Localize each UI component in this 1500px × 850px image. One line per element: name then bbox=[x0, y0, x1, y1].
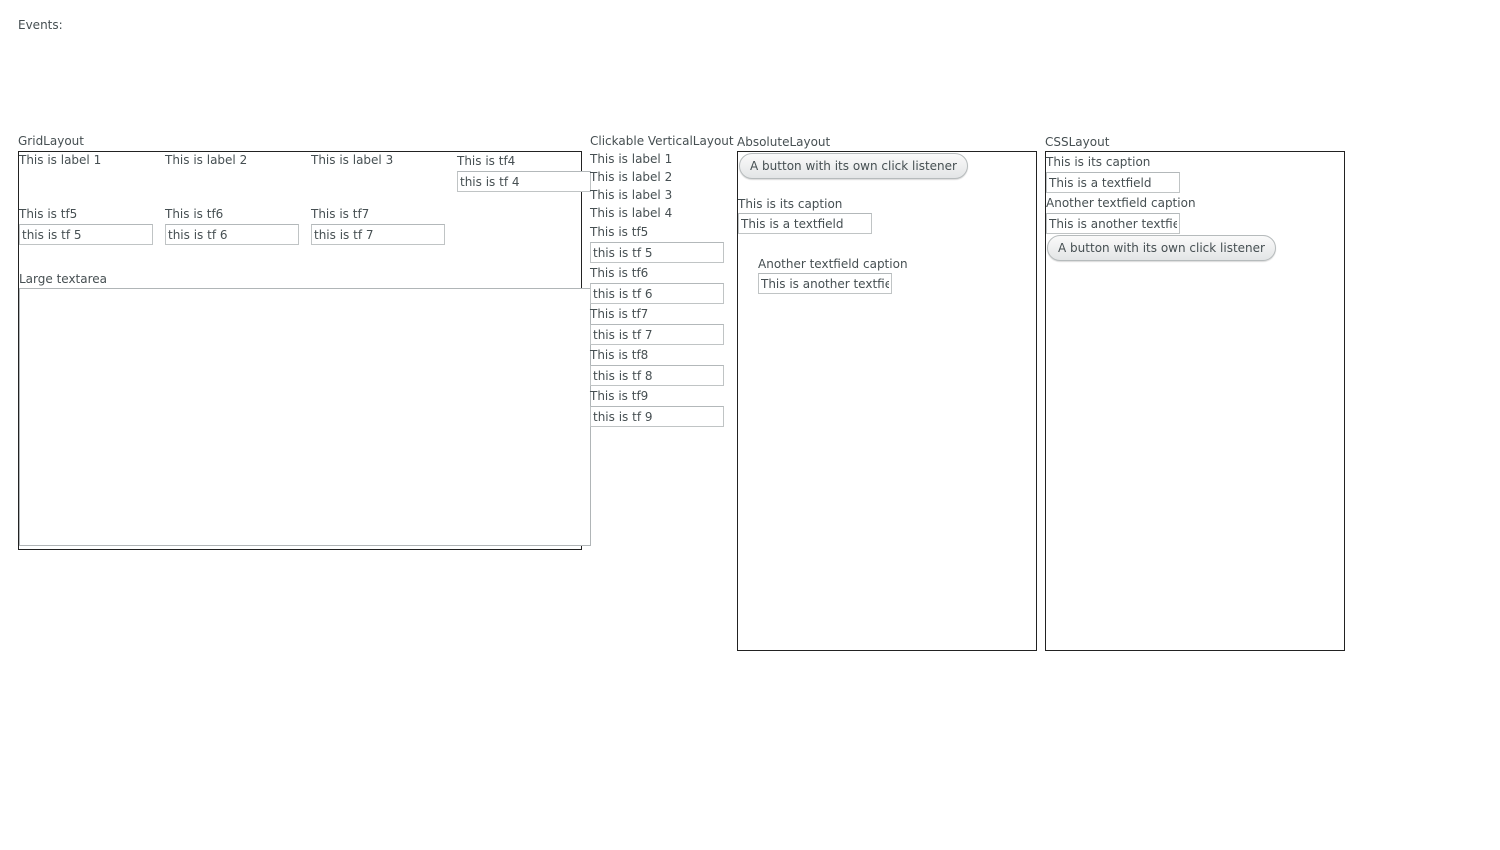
vertical-tf8-field[interactable] bbox=[590, 365, 724, 386]
grid-tf4-caption: This is tf4 bbox=[457, 154, 516, 168]
vertical-tf6-field[interactable] bbox=[590, 283, 724, 304]
grid-label-2: This is label 2 bbox=[165, 153, 248, 167]
css-tf1-caption: This is its caption bbox=[1046, 155, 1151, 169]
csslayout-caption: CSSLayout bbox=[1045, 135, 1110, 149]
grid-tf7-caption: This is tf7 bbox=[311, 207, 370, 221]
vertical-label-3: This is label 3 bbox=[590, 188, 673, 202]
grid-tf6-caption: This is tf6 bbox=[165, 207, 224, 221]
css-textfield[interactable] bbox=[1046, 172, 1180, 193]
vertical-tf6-caption: This is tf6 bbox=[590, 266, 649, 280]
absolute-another-textfield[interactable] bbox=[758, 273, 892, 294]
vertical-tf7-caption: This is tf7 bbox=[590, 307, 649, 321]
vertical-label-1: This is label 1 bbox=[590, 152, 673, 166]
grid-tf6-field[interactable] bbox=[165, 224, 299, 245]
verticallayout-caption: Clickable VerticalLayout bbox=[590, 134, 734, 148]
absolute-click-listener-button[interactable]: A button with its own click listener bbox=[739, 153, 968, 179]
events-label: Events: bbox=[18, 18, 63, 32]
grid-label-3: This is label 3 bbox=[311, 153, 394, 167]
vertical-tf9-caption: This is tf9 bbox=[590, 389, 649, 403]
absolute-textfield[interactable] bbox=[738, 213, 872, 234]
vertical-tf5-caption: This is tf5 bbox=[590, 225, 649, 239]
gridlayout-caption: GridLayout bbox=[18, 134, 84, 148]
absolute-tf2-caption: Another textfield caption bbox=[758, 257, 908, 271]
grid-tf4-field[interactable] bbox=[457, 171, 591, 192]
vertical-tf5-field[interactable] bbox=[590, 242, 724, 263]
css-tf2-caption: Another textfield caption bbox=[1046, 196, 1196, 210]
vertical-tf7-field[interactable] bbox=[590, 324, 724, 345]
grid-tf5-caption: This is tf5 bbox=[19, 207, 78, 221]
css-click-listener-button[interactable]: A button with its own click listener bbox=[1047, 235, 1276, 261]
css-another-textfield[interactable] bbox=[1046, 213, 1180, 234]
vertical-tf8-caption: This is tf8 bbox=[590, 348, 649, 362]
vertical-label-2: This is label 2 bbox=[590, 170, 673, 184]
grid-tf7-field[interactable] bbox=[311, 224, 445, 245]
clickable-verticallayout[interactable]: This is label 1 This is label 2 This is … bbox=[590, 151, 730, 431]
grid-tf5-field[interactable] bbox=[19, 224, 153, 245]
absolutelayout-caption: AbsoluteLayout bbox=[737, 135, 831, 149]
vertical-tf9-field[interactable] bbox=[590, 406, 724, 427]
vertical-label-4: This is label 4 bbox=[590, 206, 673, 220]
large-textarea[interactable] bbox=[19, 288, 591, 546]
grid-label-1: This is label 1 bbox=[19, 153, 102, 167]
absolute-tf1-caption: This is its caption bbox=[738, 197, 843, 211]
large-textarea-caption: Large textarea bbox=[19, 272, 108, 286]
